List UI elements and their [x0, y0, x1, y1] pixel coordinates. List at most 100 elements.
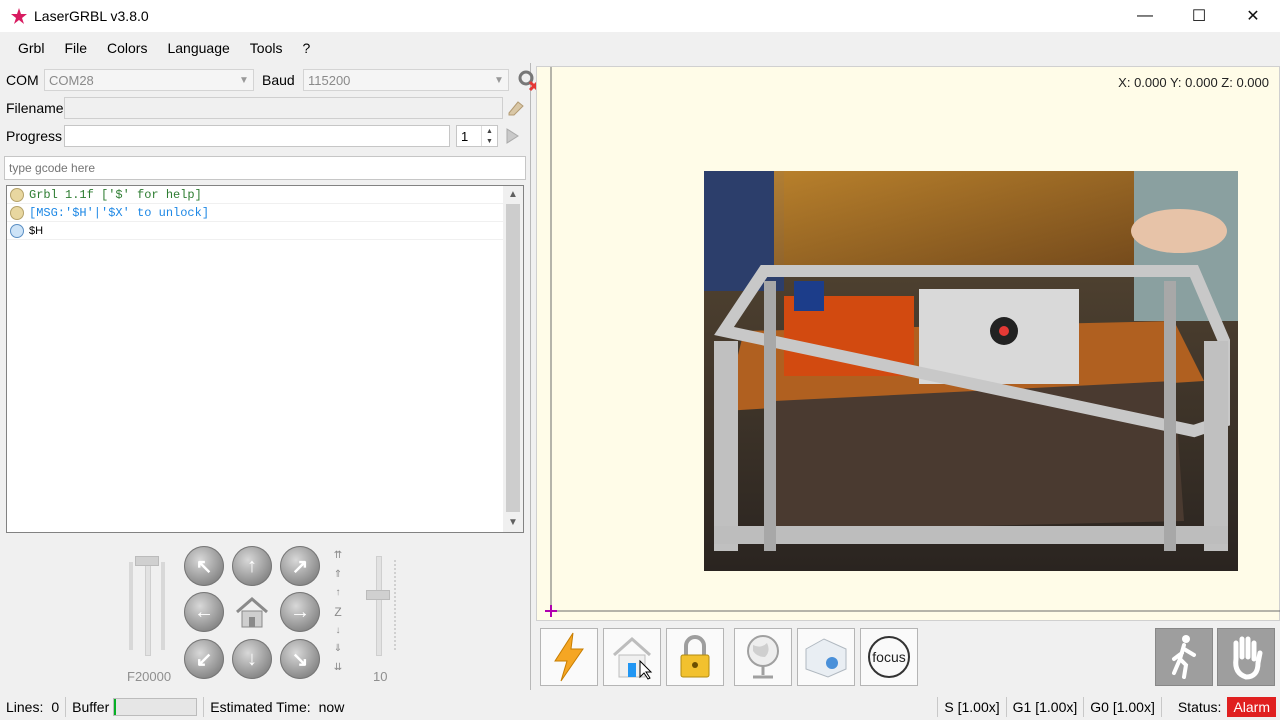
step-label: 10 — [373, 669, 388, 684]
app-logo-icon — [11, 8, 27, 24]
step-slider-thumb[interactable] — [366, 590, 390, 600]
status-label: Status: — [1177, 699, 1222, 715]
frame-button[interactable] — [797, 628, 855, 686]
menu-colors[interactable]: Colors — [97, 33, 157, 63]
preview-canvas[interactable]: X: 0.000 Y: 0.000 Z: 0.000 — [536, 66, 1280, 621]
z-up-icon[interactable]: ↑ — [336, 588, 341, 598]
console-log[interactable]: Grbl 1.1f ['$' for help] [MSG:'$H'|'$X' … — [6, 185, 524, 533]
com-port-value: COM28 — [49, 72, 94, 88]
machine-status: Status: Alarm — [1162, 694, 1280, 720]
chevron-down-icon: ▼ — [494, 74, 504, 86]
focus-button[interactable]: focus — [860, 628, 918, 686]
arrow-up-icon: ↑ — [247, 554, 257, 577]
arrow-up-left-icon: ↖ — [195, 555, 213, 578]
menu-bar: Grbl File Colors Language Tools ? — [0, 33, 1280, 63]
menu-grbl[interactable]: Grbl — [8, 33, 54, 63]
console-line: $H — [7, 222, 503, 240]
jog-home-button[interactable] — [232, 592, 272, 632]
step-slider[interactable] — [364, 556, 400, 656]
left-panel: COM COM28 ▼ Baud 115200 ▼ Filename Progr… — [0, 63, 540, 690]
run-icon[interactable] — [503, 127, 521, 145]
console-line-text: [MSG:'$H'|'$X' to unlock] — [29, 205, 210, 220]
jog-right-button[interactable]: → — [280, 592, 320, 632]
menu-tools[interactable]: Tools — [240, 33, 293, 63]
bottom-toolbar: focus — [536, 625, 1280, 690]
command-icon — [10, 223, 24, 238]
home-icon — [236, 597, 268, 628]
jog-up-button[interactable]: ↑ — [232, 546, 272, 586]
info-icon — [10, 187, 24, 202]
arrow-up-right-icon: ↗ — [291, 555, 309, 578]
menu-file[interactable]: File — [54, 33, 97, 63]
arrow-down-left-icon: ↙ — [195, 648, 213, 671]
estimated-time-info: Estimated Time: now — [204, 694, 350, 720]
console-line-text: $H — [29, 224, 44, 237]
scroll-thumb[interactable] — [506, 204, 520, 512]
status-bar: Lines: 0 Buffer Estimated Time: now S [1… — [0, 694, 1280, 720]
focus-icon: focus — [868, 636, 910, 678]
homing-button[interactable] — [603, 628, 661, 686]
jog-left-button[interactable]: ← — [184, 592, 224, 632]
menu-help[interactable]: ? — [292, 33, 320, 63]
close-button[interactable]: ✕ — [1226, 0, 1280, 32]
unlock-button[interactable] — [666, 628, 724, 686]
coordinates-readout: X: 0.000 Y: 0.000 Z: 0.000 — [1118, 75, 1269, 90]
center-button[interactable] — [734, 628, 792, 686]
stepper-arrows[interactable]: ▲ ▼ — [481, 126, 497, 146]
baud-rate-select[interactable]: 115200 ▼ — [303, 69, 509, 91]
jog-down-left-button[interactable]: ↙ — [184, 639, 224, 679]
g1-override[interactable]: G1 [1.00x] — [1007, 694, 1084, 720]
progress-label: Progress — [6, 128, 63, 144]
filename-row: Filename — [6, 97, 526, 119]
lines-label: Lines: — [6, 699, 44, 715]
speed-slider[interactable] — [129, 556, 165, 656]
camera-image — [704, 171, 1238, 571]
lines-info: Lines: 0 — [0, 694, 65, 720]
z-up-medium-icon[interactable]: ⇑ — [334, 569, 342, 580]
copies-stepper[interactable]: 1 ▲ ▼ — [456, 125, 498, 147]
arrow-down-right-icon: ↘ — [291, 648, 309, 671]
progress-bar — [64, 125, 450, 147]
baud-label: Baud — [262, 72, 295, 88]
stop-button[interactable] — [1217, 628, 1275, 686]
copies-value: 1 — [461, 128, 469, 144]
s-override[interactable]: S [1.00x] — [938, 694, 1005, 720]
menu-language[interactable]: Language — [157, 33, 239, 63]
laser-fire-button[interactable] — [540, 628, 598, 686]
buffer-info: Buffer — [66, 694, 203, 720]
resume-button[interactable] — [1155, 628, 1213, 686]
console-scrollbar[interactable]: ▲ ▼ — [503, 186, 523, 532]
scroll-down-icon[interactable]: ▼ — [503, 514, 523, 532]
buffer-bar-fill — [114, 699, 116, 715]
laser-engraver-image — [704, 171, 1238, 571]
z-jog-column: ⇈ ⇑ ↑ Z ↓ ⇓ ⇊ — [331, 551, 345, 673]
maximize-button[interactable]: ☐ — [1172, 0, 1226, 32]
info-icon — [10, 205, 24, 220]
z-down-icon[interactable]: ↓ — [336, 625, 341, 636]
buffer-bar — [113, 698, 198, 716]
filename-label: Filename — [6, 100, 64, 116]
connection-row: COM COM28 ▼ Baud 115200 ▼ — [6, 68, 540, 92]
com-port-select[interactable]: COM28 ▼ — [44, 69, 254, 91]
console-line: [MSG:'$H'|'$X' to unlock] — [7, 204, 503, 222]
jog-up-right-button[interactable]: ↗ — [280, 546, 320, 586]
baud-rate-value: 115200 — [308, 72, 351, 88]
z-up-fast-icon[interactable]: ⇈ — [334, 551, 342, 561]
jog-up-left-button[interactable]: ↖ — [184, 546, 224, 586]
filename-field[interactable] — [64, 97, 503, 119]
g0-override[interactable]: G0 [1.00x] — [1084, 694, 1161, 720]
z-down-fast-icon[interactable]: ⇊ — [334, 662, 342, 673]
scroll-up-icon[interactable]: ▲ — [503, 186, 523, 204]
status-badge: Alarm — [1227, 697, 1276, 717]
home-icon — [613, 636, 653, 680]
z-down-medium-icon[interactable]: ⇓ — [334, 644, 342, 654]
jog-down-right-button[interactable]: ↘ — [280, 639, 320, 679]
speed-slider-thumb[interactable] — [135, 556, 159, 566]
jog-down-button[interactable]: ↓ — [232, 639, 272, 679]
gcode-input[interactable] — [4, 156, 526, 180]
globe-icon — [747, 635, 779, 679]
estimated-time-value: now — [318, 699, 345, 715]
open-file-icon[interactable] — [506, 98, 526, 118]
minimize-button[interactable]: — — [1118, 0, 1172, 32]
window-title: LaserGRBL v3.8.0 — [34, 8, 149, 24]
